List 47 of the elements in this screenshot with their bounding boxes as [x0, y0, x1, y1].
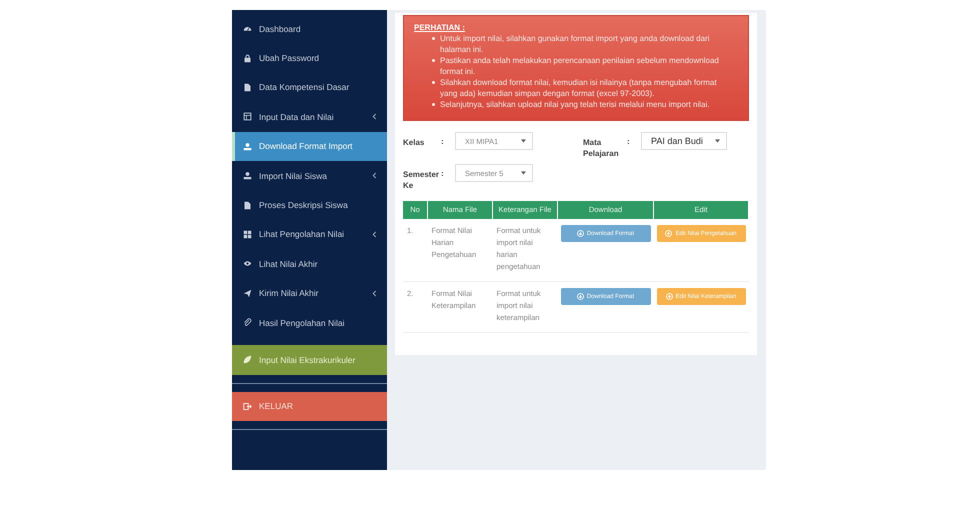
- caret-icon: [521, 139, 526, 143]
- field-label: Semester Ke: [403, 169, 440, 191]
- sidebar-item[interactable]: Lihat Pengolahan Nilai: [232, 220, 387, 250]
- alert-text: Selanjutnya, silahkan upload nilai yang telah terisi melalui menu import nilai.: [440, 99, 710, 110]
- grid-icon: [243, 230, 252, 239]
- field-separator: :: [627, 137, 631, 146]
- dropdown-field[interactable]: PAI dan Budi: [641, 132, 727, 150]
- plus-circle-icon: [666, 293, 673, 300]
- field-label: Kelas: [403, 137, 426, 148]
- alert-text: Silahkan download format nilai, kemudian isi nilainya (tanpa mengubah format yang ada) kemudian simpan dengan format (excel 97-2003).: [440, 77, 718, 99]
- paperclip-icon: [243, 318, 252, 328]
- sidebar-item[interactable]: Data Kompetensi Dasar: [232, 72, 387, 102]
- download-icon: [576, 293, 584, 300]
- alert-text: Pastikan anda telah melakukan perencanaan penilaian sebelum mendownload format ini.: [440, 55, 720, 77]
- alert-text: Untuk import nilai, silahkan gunakan format import yang anda download dari halaman ini.: [440, 33, 710, 55]
- bullet-icon: [432, 81, 435, 84]
- sidebar-item[interactable]: Proses Deskripsi Siswa: [232, 190, 387, 220]
- leaf-icon: [243, 355, 252, 364]
- bullet-icon: [432, 59, 435, 62]
- eye-icon: [243, 259, 252, 268]
- plus-circle-icon: [665, 230, 672, 237]
- dashboard-icon: [243, 24, 252, 34]
- table-icon: [243, 112, 252, 122]
- download-icon: [576, 230, 584, 237]
- field-separator: :: [441, 137, 445, 146]
- sidebar-item[interactable]: Dashboard: [232, 14, 387, 44]
- lock-icon: [243, 54, 252, 63]
- field-separator: :: [441, 169, 445, 178]
- bullet-icon: [432, 103, 435, 106]
- sign-out-icon: [243, 402, 252, 411]
- sidebar-item[interactable]: Download Format Import: [232, 132, 387, 161]
- caret-icon: [715, 139, 720, 143]
- bullet-icon: [432, 37, 435, 40]
- file-icon: [243, 200, 252, 210]
- field-label: Mata Pelajaran: [583, 137, 620, 159]
- sidebar-item[interactable]: Ubah Password: [232, 43, 387, 73]
- alert-title: PERHATIAN :: [414, 22, 466, 33]
- sidebar-item[interactable]: Import Nilai Siswa: [232, 160, 387, 190]
- paper-plane-icon: [243, 288, 252, 298]
- caret-icon: [521, 171, 526, 175]
- sidebar-item[interactable]: Lihat Nilai Akhir: [232, 249, 387, 279]
- user-icon: [243, 171, 252, 180]
- sidebar-item[interactable]: Input Data dan Nilai: [232, 102, 387, 132]
- sidebar-item[interactable]: Kirim Nilai Akhir: [232, 278, 387, 308]
- user-icon: [243, 142, 252, 151]
- sidebar-item[interactable]: Hasil Pengolahan Nilai: [232, 308, 387, 338]
- file-icon: [243, 82, 252, 92]
